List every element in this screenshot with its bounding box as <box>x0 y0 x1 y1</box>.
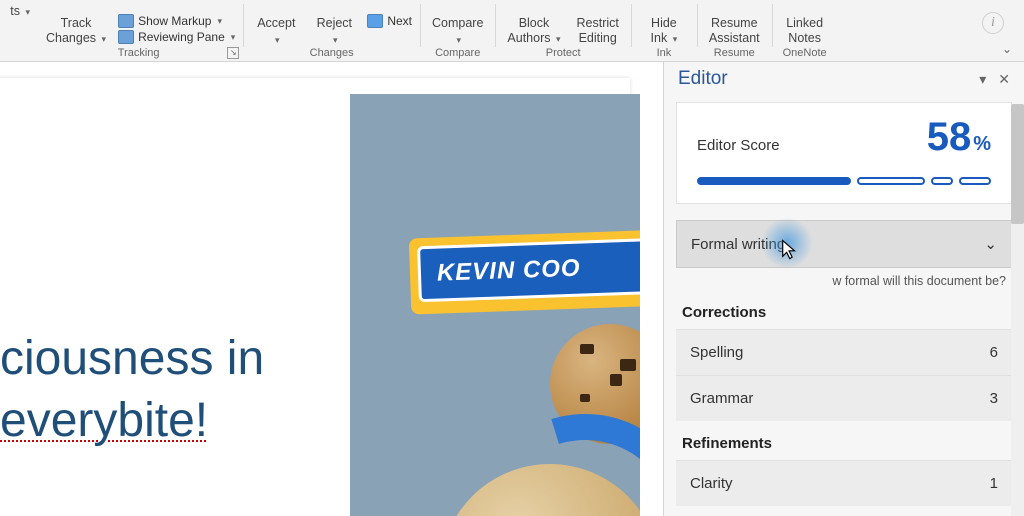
track-changes-line2: Changes ▾ <box>46 31 106 45</box>
writing-style-tooltip: w formal will this document be? <box>664 268 1024 290</box>
corrections-heading: Corrections <box>664 290 1024 329</box>
block-authors-button[interactable]: Block Authors ▾ <box>503 14 564 45</box>
editor-score-label: Editor Score <box>697 137 927 154</box>
grammar-count: 3 <box>990 390 998 407</box>
spelling-row[interactable]: Spelling 6 <box>676 329 1012 375</box>
linked-notes-l1: Linked <box>786 16 823 30</box>
grammar-row[interactable]: Grammar 3 <box>676 375 1012 421</box>
reject-label: Reject <box>317 16 352 30</box>
ribbon-caption-protect: Protect <box>546 47 581 59</box>
grammar-label: Grammar <box>690 390 753 407</box>
clarity-count: 1 <box>990 475 998 492</box>
spelling-label: Spelling <box>690 344 743 361</box>
resume-l2: Assistant <box>709 31 760 45</box>
show-markup-label: Show Markup <box>138 14 211 28</box>
doc-heading-line1: ciousness in <box>0 332 264 385</box>
ribbon-group-protect: Block Authors ▾ Restrict Editing Protect <box>495 0 630 61</box>
restrict-editing-l2: Editing <box>579 31 617 45</box>
linked-notes-l2: Notes <box>788 31 821 45</box>
track-changes-button[interactable]: Track Changes ▾ <box>42 14 110 45</box>
ribbon-caption-ink: Ink <box>657 47 672 59</box>
ribbon-group-ink: Hide Ink ▾ Ink <box>631 0 697 61</box>
document-area[interactable]: KEVIN COO ciousness in everybite! <box>0 62 663 516</box>
ribbon-partial-line2: ts ▾ <box>10 4 30 18</box>
linked-notes-button[interactable]: Linked Notes <box>780 14 830 45</box>
hide-ink-l1: Hide <box>651 16 677 30</box>
editor-pane-header: Editor ▾ ✕ <box>664 62 1024 96</box>
clarity-row[interactable]: Clarity 1 <box>676 460 1012 506</box>
ribbon-group-onenote: Linked Notes OneNote <box>772 0 838 61</box>
ribbon-group-changes: Accept ▾ Reject ▾ Next Changes <box>243 0 420 61</box>
doc-heading-line2: everybite! <box>0 394 208 447</box>
document-hero-image: KEVIN COO <box>350 94 640 516</box>
brand-badge: KEVIN COO <box>409 229 640 314</box>
editor-scrollbar[interactable] <box>1011 104 1024 516</box>
reject-button[interactable]: Reject ▾ <box>309 14 359 45</box>
block-authors-l1: Block <box>519 16 550 30</box>
ribbon-group-tracking: Track Changes ▾ Show Markup ▾ Reviewing … <box>34 0 243 61</box>
editor-score-bar <box>697 177 991 185</box>
editor-score-card[interactable]: Editor Score 58% <box>676 102 1012 204</box>
brand-badge-text: KEVIN COO <box>437 255 582 288</box>
hide-ink-button[interactable]: Hide Ink ▾ <box>639 14 689 45</box>
ribbon-caption-onenote: OneNote <box>783 47 827 59</box>
pane-close-icon[interactable]: ✕ <box>992 71 1016 88</box>
reviewing-pane-button[interactable]: Reviewing Pane ▾ <box>118 30 235 44</box>
ribbon-caption-tracking: Tracking <box>118 47 160 59</box>
resume-l1: Resume <box>711 16 758 30</box>
document-heading[interactable]: ciousness in everybite! <box>0 328 264 453</box>
clarity-label: Clarity <box>690 475 733 492</box>
ribbon-group-resume: Resume Assistant Resume <box>697 0 772 61</box>
show-markup-icon <box>118 14 134 28</box>
accept-button[interactable]: Accept ▾ <box>251 14 301 45</box>
next-label: Next <box>387 14 412 28</box>
restrict-editing-l1: Restrict <box>577 16 619 30</box>
block-authors-l2: Authors ▾ <box>507 31 560 45</box>
pane-dropdown-icon[interactable]: ▾ <box>973 71 992 88</box>
ribbon-caption-compare: Compare <box>435 47 480 59</box>
compare-label: Compare <box>432 16 483 30</box>
next-change-button[interactable]: Next <box>367 14 412 28</box>
writing-style-label: Formal writing <box>691 236 785 253</box>
accept-label: Accept <box>257 16 295 30</box>
collapse-ribbon-icon[interactable]: ⌄ <box>1002 42 1012 56</box>
spelling-count: 6 <box>990 344 998 361</box>
document-page: KEVIN COO ciousness in everybite! <box>0 78 630 516</box>
ribbon-caption-changes: Changes <box>310 47 354 59</box>
hide-ink-l2: Ink ▾ <box>651 31 678 45</box>
show-markup-button[interactable]: Show Markup ▾ <box>118 14 235 28</box>
editor-score-value: 58 <box>927 117 972 157</box>
tracking-dialog-launcher[interactable]: ↘ <box>227 47 239 59</box>
resume-assistant-button[interactable]: Resume Assistant <box>705 14 764 45</box>
next-icon <box>367 14 383 28</box>
chevron-down-icon: ⌄ <box>984 235 997 253</box>
refinements-heading: Refinements <box>664 421 1024 460</box>
writing-style-dropdown[interactable]: Formal writing ⌄ <box>676 220 1012 268</box>
help-info-icon[interactable]: i <box>982 12 1004 34</box>
editor-score-percent: % <box>973 133 991 156</box>
restrict-editing-button[interactable]: Restrict Editing <box>573 14 623 45</box>
track-changes-line1: Track <box>61 16 92 30</box>
editor-pane: Editor ▾ ✕ Editor Score 58% Formal writi… <box>663 62 1024 516</box>
ribbon-group-compare: Compare ▾ Compare <box>420 0 495 61</box>
editor-pane-title: Editor <box>678 68 728 90</box>
editor-scrollbar-thumb[interactable] <box>1011 104 1024 224</box>
compare-button[interactable]: Compare ▾ <box>428 14 487 45</box>
workspace: KEVIN COO ciousness in everybite! Edi <box>0 62 1024 516</box>
ribbon-caption-resume: Resume <box>714 47 755 59</box>
ribbon: ts ▾ Track Changes ▾ Show Markup ▾ Revie… <box>0 0 1024 62</box>
reviewing-pane-label: Reviewing Pane <box>138 30 225 44</box>
ribbon-partial-button[interactable]: ts ▾ <box>0 0 34 61</box>
reviewing-pane-icon <box>118 30 134 44</box>
